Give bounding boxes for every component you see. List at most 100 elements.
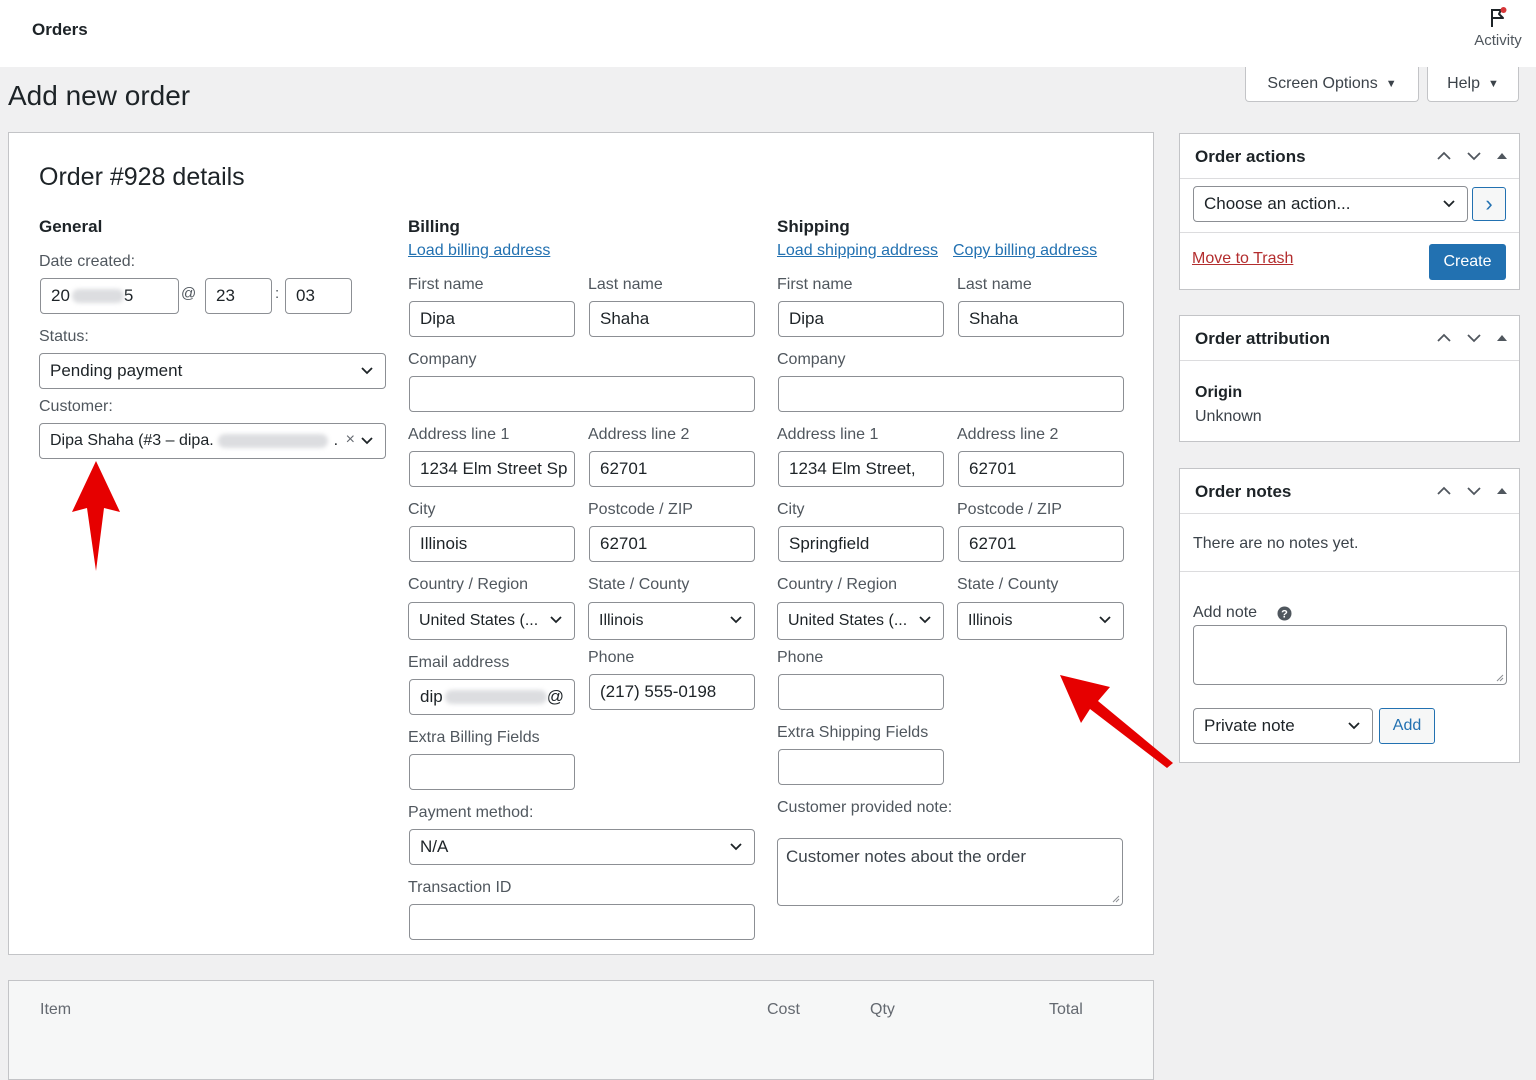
triangle-up-icon[interactable] (1495, 329, 1509, 347)
billing-address1-input[interactable]: 1234 Elm Street Sp (409, 451, 575, 487)
chevron-down-icon[interactable] (1465, 147, 1483, 165)
page-title: Add new order (8, 80, 191, 111)
billing-city-input[interactable]: Illinois (409, 526, 575, 562)
billing-address2-input[interactable]: 62701 (589, 451, 755, 487)
billing-extra-input[interactable] (409, 754, 575, 790)
order-attribution-header: Order attribution (1180, 316, 1519, 361)
date-value: 20 (51, 286, 70, 305)
shipping-address2-input[interactable]: 62701 (958, 451, 1124, 487)
billing-address2-value: 62701 (600, 459, 648, 478)
transaction-id-input[interactable] (409, 904, 755, 940)
screen-options-button[interactable]: Screen Options ▼ (1245, 67, 1419, 102)
shipping-first-name-value: Dipa (789, 309, 824, 328)
add-note-textarea[interactable] (1193, 625, 1507, 685)
shipping-city-input[interactable]: Springfield (778, 526, 944, 562)
date-value-tail: 5 (123, 286, 134, 305)
resize-handle-icon[interactable] (1495, 673, 1504, 682)
shipping-address2-label: Address line 2 (957, 426, 1059, 443)
shipping-country-select[interactable]: United States (... (777, 602, 944, 640)
shipping-state-label: State / County (957, 576, 1059, 593)
redacted-blur (444, 690, 547, 704)
billing-phone-input[interactable]: (217) 555-0198 (589, 674, 755, 710)
date-input[interactable]: 20 5 (40, 278, 179, 314)
order-heading: Order #928 details (39, 163, 245, 191)
customer-note-textarea[interactable]: Customer notes about the order (777, 838, 1123, 906)
billing-company-input[interactable] (409, 376, 755, 412)
minute-value: 03 (296, 286, 315, 305)
redacted-blur (217, 434, 328, 448)
chevron-up-icon[interactable] (1435, 147, 1453, 165)
status-label: Status: (39, 328, 89, 345)
chevron-down-icon[interactable] (1465, 482, 1483, 500)
hour-input[interactable]: 23 (205, 278, 272, 314)
help-button[interactable]: Help ▼ (1427, 67, 1519, 102)
billing-state-label: State / County (588, 576, 690, 593)
no-notes-text: There are no notes yet. (1193, 535, 1359, 552)
transaction-id-label: Transaction ID (408, 879, 512, 896)
chevron-down-icon (361, 367, 373, 375)
billing-last-name-input[interactable]: Shaha (589, 301, 755, 337)
apply-action-button[interactable]: › (1472, 187, 1506, 221)
resize-handle-icon[interactable] (1111, 894, 1120, 903)
shipping-last-name-input[interactable]: Shaha (958, 301, 1124, 337)
page-section-title: Orders (32, 20, 88, 39)
chevron-up-icon[interactable] (1435, 482, 1453, 500)
shipping-postcode-value: 62701 (969, 534, 1017, 553)
billing-postcode-input[interactable]: 62701 (589, 526, 755, 562)
shipping-heading: Shipping (777, 217, 850, 236)
shipping-address1-value: 1234 Elm Street, (789, 459, 916, 478)
hour-value: 23 (216, 286, 235, 305)
chevron-down-icon[interactable] (1465, 329, 1483, 347)
shipping-last-name-label: Last name (957, 276, 1032, 293)
help-icon[interactable]: ? (1277, 606, 1292, 621)
shipping-phone-input[interactable] (778, 674, 944, 710)
billing-email-input[interactable]: dip @ (409, 679, 575, 715)
shipping-postcode-label: Postcode / ZIP (957, 501, 1062, 518)
shipping-postcode-input[interactable]: 62701 (958, 526, 1124, 562)
order-action-select[interactable]: Choose an action... (1193, 186, 1468, 222)
shipping-company-input[interactable] (778, 376, 1124, 412)
billing-address2-label: Address line 2 (588, 426, 690, 443)
chevron-right-icon: › (1485, 191, 1493, 216)
note-type-select[interactable]: Private note (1193, 708, 1373, 744)
billing-email-value: dip (420, 687, 443, 706)
customer-value: Dipa Shaha (#3 – dipa. (50, 432, 214, 449)
load-billing-address-link[interactable]: Load billing address (408, 242, 550, 260)
add-note-button[interactable]: Add (1379, 708, 1435, 744)
customer-note-label: Customer provided note: (777, 799, 953, 816)
copy-billing-address-link[interactable]: Copy billing address (953, 242, 1097, 260)
payment-method-select[interactable]: N/A (409, 829, 755, 865)
status-value: Pending payment (50, 361, 183, 380)
billing-first-name-label: First name (408, 276, 484, 293)
origin-value: Unknown (1195, 408, 1262, 425)
billing-phone-value: (217) 555-0198 (600, 682, 717, 701)
caret-down-icon: ▼ (1488, 78, 1499, 90)
origin-label: Origin (1195, 384, 1243, 401)
shipping-address1-input[interactable]: 1234 Elm Street, (778, 451, 944, 487)
shipping-phone-label: Phone (777, 649, 824, 666)
shipping-first-name-input[interactable]: Dipa (778, 301, 944, 337)
status-select[interactable]: Pending payment (39, 353, 386, 389)
triangle-up-icon[interactable] (1495, 482, 1509, 500)
caret-down-icon: ▼ (1385, 78, 1397, 90)
billing-country-select[interactable]: United States (... (408, 602, 575, 640)
triangle-up-icon[interactable] (1495, 147, 1509, 165)
chevron-down-icon (730, 843, 742, 851)
shipping-state-select[interactable]: Illinois (957, 602, 1124, 640)
customer-select[interactable]: Dipa Shaha (#3 – dipa. . × (39, 423, 386, 459)
create-button[interactable]: Create (1429, 244, 1506, 280)
redacted-blur (71, 289, 124, 303)
move-to-trash-link[interactable]: Move to Trash (1192, 250, 1293, 268)
load-shipping-address-link[interactable]: Load shipping address (777, 242, 938, 260)
activity-button[interactable]: Activity (1466, 6, 1530, 49)
billing-first-name-input[interactable]: Dipa (409, 301, 575, 337)
shipping-last-name-value: Shaha (969, 309, 1019, 328)
clear-icon[interactable]: × (346, 431, 355, 449)
add-note-label: Add note (1193, 604, 1258, 621)
chevron-up-icon[interactable] (1435, 329, 1453, 347)
order-notes-title: Order notes (1195, 482, 1292, 501)
minute-input[interactable]: 03 (285, 278, 352, 314)
customer-note-placeholder: Customer notes about the order (786, 847, 1027, 866)
billing-state-select[interactable]: Illinois (588, 602, 755, 640)
shipping-extra-input[interactable] (778, 749, 944, 785)
